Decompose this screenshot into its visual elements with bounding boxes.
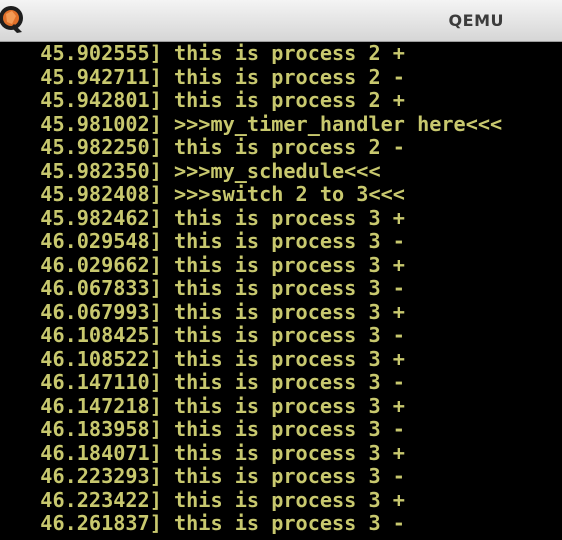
console-line: 46.184071] this is process 3 + [16, 440, 405, 465]
title-bar[interactable]: QEMU [0, 0, 562, 42]
console-line: 45.982462] this is process 3 + [16, 205, 405, 230]
qemu-window: QEMU 45.902555] this is process 2 + 45.9… [0, 0, 562, 540]
console-line: 46.147218] this is process 3 + [16, 393, 405, 418]
console-line: 46.108522] this is process 3 + [16, 346, 405, 371]
console-line: 46.223293] this is process 3 - [16, 464, 405, 488]
console-line: 45.902555] this is process 2 + [16, 42, 405, 65]
window-title: QEMU [448, 11, 504, 30]
console-output: 45.902555] this is process 2 + 45.942711… [0, 42, 562, 540]
console-line: 45.942711] this is process 2 - [16, 64, 405, 89]
console-line: 46.108425] this is process 3 - [16, 323, 405, 347]
console-line: 46.183958] this is process 3 - [16, 417, 405, 441]
console-line: 46.147110] this is process 3 - [16, 370, 405, 394]
console-line: 46.067993] this is process 3 + [16, 299, 405, 324]
console-line: 45.982250] this is process 2 - [16, 135, 405, 159]
console-line: 45.982350] >>>my_schedule<<< [16, 158, 381, 183]
console-line: 46.261837] this is process 3 - [16, 511, 405, 535]
console-line: 46.223422] this is process 3 + [16, 487, 405, 512]
console-line: 46.029662] this is process 3 + [16, 252, 405, 277]
console-line: 45.982408] >>>switch 2 to 3<<< [16, 182, 405, 206]
console-line: 45.981002] >>>my_timer_handler here<<< [16, 111, 503, 136]
console-line: 45.942801] this is process 2 + [16, 88, 405, 112]
console-line: 46.029548] this is process 3 - [16, 229, 405, 253]
console-line: 46.067833] this is process 3 - [16, 276, 405, 300]
